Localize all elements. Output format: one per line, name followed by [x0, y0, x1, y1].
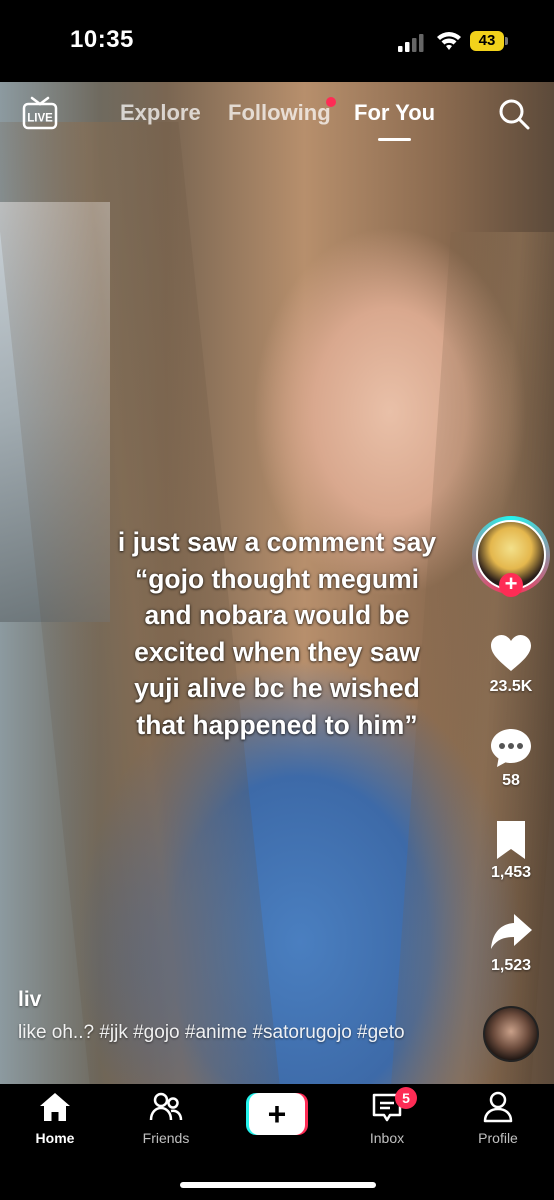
share-count: 1,523 — [490, 957, 532, 974]
follow-button[interactable]: + — [499, 573, 523, 597]
friends-icon — [149, 1092, 183, 1121]
status-bar: 10:35 43 — [0, 0, 554, 82]
cellular-signal-icon — [398, 34, 424, 52]
like-count: 23.5K — [489, 678, 533, 695]
post-description[interactable]: like oh..? #jjk #gojo #anime #satorugojo… — [18, 1020, 458, 1045]
create-button[interactable]: + — [246, 1093, 308, 1135]
post-username[interactable]: liv — [18, 988, 41, 1012]
tab-following[interactable]: Following — [228, 100, 331, 126]
live-icon[interactable]: LIVE — [22, 96, 58, 130]
active-tab-indicator — [378, 138, 411, 141]
status-time: 10:35 — [70, 26, 134, 53]
share-icon[interactable] — [489, 910, 533, 954]
tab-for-you[interactable]: For You — [354, 100, 435, 126]
video-text-overlay: i just saw a comment say “gojo thought m… — [117, 527, 437, 740]
nav-inbox[interactable]: Inbox — [342, 1090, 432, 1146]
battery-level: 43 — [470, 31, 504, 51]
battery-icon: 43 — [470, 31, 510, 51]
nav-home-label: Home — [35, 1130, 75, 1146]
inbox-badge: 5 — [395, 1087, 417, 1109]
home-indicator[interactable] — [180, 1182, 376, 1188]
nav-home[interactable]: Home — [10, 1090, 100, 1146]
nav-profile-label: Profile — [478, 1130, 518, 1146]
nav-friends-label: Friends — [142, 1130, 190, 1146]
tab-explore[interactable]: Explore — [120, 100, 201, 126]
plus-icon: + — [249, 1093, 305, 1135]
nav-profile[interactable]: Profile — [453, 1090, 543, 1146]
save-count: 1,453 — [490, 864, 532, 881]
home-icon — [40, 1093, 70, 1121]
wifi-icon — [437, 32, 461, 50]
following-notification-dot — [326, 97, 336, 107]
comment-count: 58 — [502, 772, 520, 789]
bookmark-icon[interactable] — [489, 818, 533, 862]
profile-icon — [483, 1091, 513, 1123]
nav-inbox-label: Inbox — [369, 1130, 405, 1146]
music-disc[interactable] — [483, 1006, 539, 1062]
comment-icon[interactable] — [489, 726, 533, 770]
nav-friends[interactable]: Friends — [121, 1090, 211, 1146]
search-icon[interactable] — [498, 98, 530, 130]
heart-icon[interactable] — [489, 632, 533, 676]
svg-text:LIVE: LIVE — [27, 113, 53, 125]
